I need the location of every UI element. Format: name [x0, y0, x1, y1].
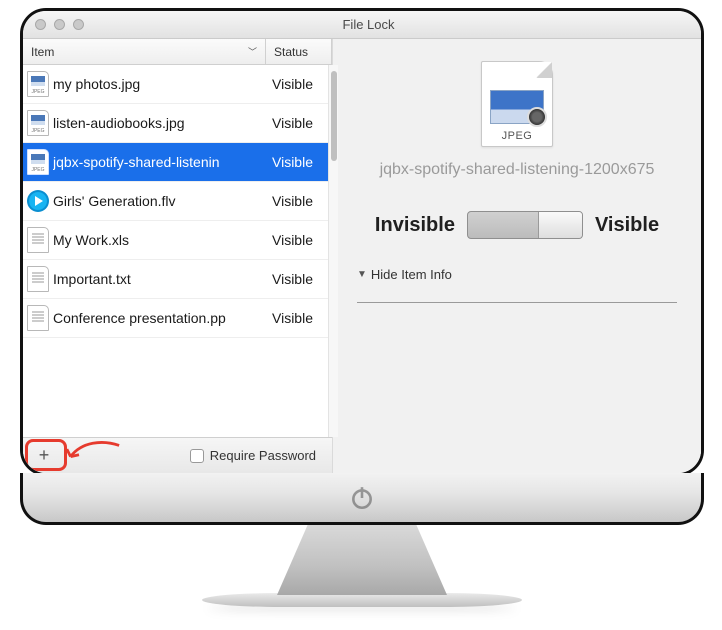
selected-file-name: jqbx-spotify-shared-listening-1200x675: [357, 161, 677, 179]
file-name: jqbx-spotify-shared-listenin: [53, 154, 268, 170]
title-bar: File Lock: [23, 11, 701, 39]
annotation-arrow-icon: [65, 439, 121, 463]
file-list-pane: Item ﹀ Status JPEGmy photos.jpgVisibleJP…: [23, 39, 333, 473]
screen: File Lock Item ﹀ Status JPEGmy photos.jp…: [20, 8, 704, 476]
file-status: Visible: [268, 154, 332, 170]
window-title: File Lock: [36, 17, 701, 32]
jpeg-icon: JPEG: [23, 110, 53, 136]
content-area: Item ﹀ Status JPEGmy photos.jpgVisibleJP…: [23, 39, 701, 473]
table-row[interactable]: JPEGjqbx-spotify-shared-listeninVisible: [23, 143, 332, 182]
table-row[interactable]: Important.txtVisible: [23, 260, 332, 299]
file-name: My Work.xls: [53, 232, 268, 248]
imac-chin: [20, 473, 704, 525]
add-item-button[interactable]: +: [29, 443, 59, 469]
file-preview-icon: JPEG: [481, 61, 553, 147]
table-row[interactable]: JPEGlisten-audiobooks.jpgVisible: [23, 104, 332, 143]
column-header-item[interactable]: Item ﹀: [23, 39, 266, 64]
column-headers: Item ﹀ Status: [23, 39, 332, 65]
toggle-label-visible: Visible: [595, 214, 659, 237]
disclosure-triangle-icon: ▼: [357, 269, 367, 280]
file-status: Visible: [268, 232, 332, 248]
power-icon: [349, 485, 375, 511]
require-password-option[interactable]: Require Password: [190, 448, 316, 463]
file-status: Visible: [268, 193, 332, 209]
file-status: Visible: [268, 310, 332, 326]
scrollbar-thumb[interactable]: [331, 71, 337, 161]
doc-icon: [23, 227, 53, 253]
toggle-label-invisible: Invisible: [375, 214, 455, 237]
imac-foot: [202, 593, 522, 607]
hide-item-info-label: Hide Item Info: [371, 267, 452, 282]
table-row[interactable]: Girls' Generation.flvVisible: [23, 182, 332, 221]
require-password-label: Require Password: [210, 448, 316, 463]
file-status: Visible: [268, 271, 332, 287]
jpeg-icon: JPEG: [23, 149, 53, 175]
hide-item-info-toggle[interactable]: ▼ Hide Item Info: [357, 267, 452, 282]
column-header-item-label: Item: [31, 45, 54, 59]
imac-frame: File Lock Item ﹀ Status JPEGmy photos.jp…: [20, 8, 704, 607]
doc-icon: [23, 305, 53, 331]
file-type-label: JPEG: [502, 130, 533, 142]
list-footer: + Require Password: [23, 437, 332, 473]
divider: [357, 302, 677, 303]
file-name: Conference presentation.pp: [53, 310, 268, 326]
video-icon: [23, 190, 53, 212]
visibility-toggle[interactable]: [467, 211, 583, 239]
column-header-status-label: Status: [274, 45, 308, 59]
jpeg-icon: JPEG: [23, 71, 53, 97]
table-row[interactable]: JPEGmy photos.jpgVisible: [23, 65, 332, 104]
detail-pane: JPEG jqbx-spotify-shared-listening-1200x…: [333, 39, 701, 473]
file-name: Important.txt: [53, 271, 268, 287]
sort-indicator-icon: ﹀: [248, 45, 257, 58]
imac-stand: [277, 525, 447, 595]
file-name: listen-audiobooks.jpg: [53, 115, 268, 131]
column-header-status[interactable]: Status: [266, 39, 332, 64]
table-row[interactable]: My Work.xlsVisible: [23, 221, 332, 260]
file-name: my photos.jpg: [53, 76, 268, 92]
text-icon: [23, 266, 53, 292]
file-status: Visible: [268, 76, 332, 92]
file-name: Girls' Generation.flv: [53, 193, 268, 209]
toggle-knob[interactable]: [538, 212, 582, 238]
scrollbar[interactable]: [328, 65, 338, 437]
visibility-toggle-row: Invisible Visible: [375, 211, 659, 239]
require-password-checkbox[interactable]: [190, 449, 204, 463]
file-list: JPEGmy photos.jpgVisibleJPEGlisten-audio…: [23, 65, 332, 437]
file-status: Visible: [268, 115, 332, 131]
table-row[interactable]: Conference presentation.ppVisible: [23, 299, 332, 338]
